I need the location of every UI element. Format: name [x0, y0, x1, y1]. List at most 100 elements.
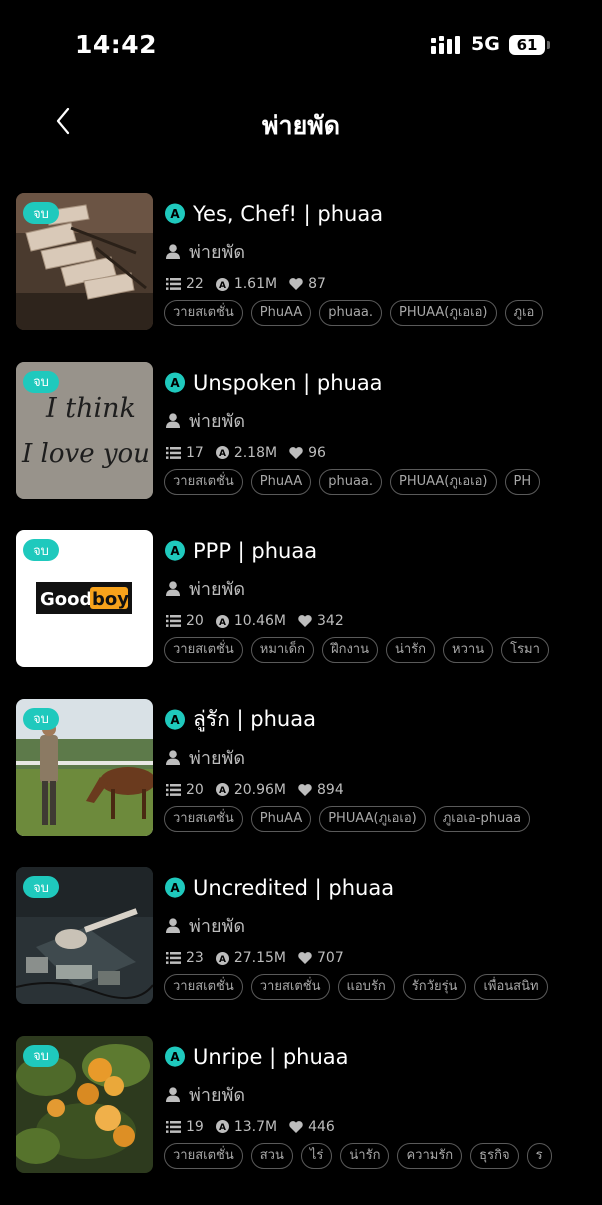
author-row[interactable]: พ่ายพัด	[166, 1080, 245, 1109]
story-cover[interactable]: จบ	[16, 1035, 153, 1173]
stats-row: 17 A 2.18M 96	[166, 445, 338, 461]
author-row[interactable]: พ่ายพัด	[166, 743, 245, 772]
svg-text:A: A	[219, 786, 226, 796]
end-badge: จบ	[23, 707, 59, 730]
story-info: A Uncredited | phuaa พ่ายพัด 23 A 27.15M…	[164, 867, 574, 1005]
views-count: 27.15M	[233, 950, 286, 967]
tag-chip[interactable]: น่ารัก	[340, 1142, 390, 1169]
story-cover[interactable]: จบ	[16, 867, 153, 1005]
stats-row: 19 A 13.7M 446	[166, 1119, 347, 1135]
story-item[interactable]: I think I love you จบ A Unspoken | phuaa…	[0, 361, 602, 500]
heart-icon	[298, 615, 312, 628]
tag-chip[interactable]: วายสเตชั่น	[164, 974, 243, 1001]
tag-chip[interactable]: ฝึกงาน	[321, 637, 378, 664]
svg-text:A: A	[170, 544, 180, 558]
tag-chip[interactable]: PH	[504, 468, 541, 495]
author-name: พ่ายพัด	[189, 916, 246, 938]
tag-chip[interactable]: หวาน	[443, 637, 494, 664]
cover-text: Good	[40, 589, 92, 610]
tag-chip[interactable]: วายสเตชั่น	[164, 468, 243, 495]
svg-text:A: A	[219, 618, 226, 628]
tag-chip[interactable]: ร	[526, 1142, 552, 1169]
user-icon	[166, 750, 180, 765]
chapters-stat: 23	[166, 950, 204, 966]
tag-chip[interactable]: ไร่	[300, 1142, 333, 1169]
tag-chip[interactable]: ความรัก	[397, 1142, 463, 1169]
views-icon: A	[215, 1120, 229, 1134]
author-name: พ่ายพัด	[189, 579, 246, 601]
likes-count: 707	[317, 950, 344, 967]
tag-chip[interactable]: รักวัยรุ่น	[402, 974, 467, 1001]
story-cover[interactable]: Good boy จบ	[16, 530, 153, 668]
tag-chip[interactable]: ธุรกิจ	[470, 1142, 519, 1169]
tag-chip[interactable]: วายสเตชั่น	[164, 637, 243, 664]
story-item[interactable]: จบ A Unripe | phuaa พ่ายพัด 19 A 13.7M 4…	[0, 1035, 602, 1174]
tag-chip[interactable]: แอบรัก	[337, 974, 395, 1001]
chapters-count: 23	[186, 950, 204, 967]
stats-row: 20 A 10.46M 342	[166, 613, 356, 629]
story-cover[interactable]: จบ	[16, 698, 153, 836]
a-logo-icon: A	[165, 540, 185, 562]
title-row: A Uncredited | phuaa	[164, 874, 394, 902]
likes-stat: 342	[298, 613, 344, 629]
heart-icon	[298, 783, 312, 796]
chapters-count: 19	[186, 1118, 204, 1135]
story-title: Uncredited | phuaa	[193, 876, 395, 901]
tag-chip[interactable]: วายสเตชั่น	[164, 300, 243, 326]
nav-bar: พ่ายพัด	[0, 90, 602, 154]
tag-chip[interactable]: PhuAA	[250, 468, 312, 495]
views-count: 13.7M	[233, 1118, 278, 1135]
story-item[interactable]: จบ A ลู่รัก | phuaa พ่ายพัด 20 A 20.96M …	[0, 698, 602, 837]
tag-chip[interactable]: phuaa.	[319, 468, 383, 495]
chapters-stat: 17	[166, 445, 204, 461]
tag-chip[interactable]: PHUAA(ภูเอเอ)	[390, 468, 497, 495]
stats-row: 23 A 27.15M 707	[166, 950, 356, 966]
title-row: A Yes, Chef! | phuaa	[164, 200, 383, 228]
views-stat: A 13.7M	[215, 1118, 278, 1135]
author-row[interactable]: พ่ายพัด	[166, 406, 245, 435]
likes-count: 96	[308, 444, 326, 461]
tag-chip[interactable]: ภูเอเอ-phuaa	[433, 805, 531, 832]
title-row: A ลู่รัก | phuaa	[164, 706, 316, 734]
tag-chip[interactable]: PHUAA(ภูเอเอ)	[319, 805, 426, 832]
tag-chip[interactable]: PhuAA	[250, 300, 312, 326]
views-stat: A 20.96M	[215, 782, 286, 798]
tag-chip[interactable]: PHUAA(ภูเอเอ)	[390, 300, 497, 326]
author-row[interactable]: พ่ายพัด	[166, 237, 245, 266]
tag-chip[interactable]: ภูเอ	[504, 300, 544, 326]
story-cover[interactable]: จบ	[16, 193, 153, 330]
author-row[interactable]: พ่ายพัด	[166, 911, 245, 940]
page-title: พ่ายพัด	[262, 111, 340, 140]
story-title: Unspoken | phuaa	[193, 370, 383, 395]
tag-chip[interactable]: หมาเด็ก	[250, 637, 314, 664]
network-type: 5G	[471, 33, 500, 55]
views-stat: A 1.61M	[215, 276, 277, 292]
tag-chip[interactable]: สวน	[250, 1142, 293, 1169]
author-name: พ่ายพัด	[189, 410, 246, 432]
list-icon	[166, 1120, 181, 1133]
tag-chip[interactable]: วายสเตชั่น	[250, 974, 330, 1001]
story-item[interactable]: จบ A Yes, Chef! | phuaa พ่ายพัด 22 A 1.6…	[0, 193, 602, 331]
author-row[interactable]: พ่ายพัด	[166, 574, 245, 603]
story-list: จบ A Yes, Chef! | phuaa พ่ายพัด 22 A 1.6…	[0, 193, 602, 1205]
story-info: A ลู่รัก | phuaa พ่ายพัด 20 A 20.96M 894…	[164, 699, 574, 837]
a-logo-icon: A	[165, 203, 185, 224]
tag-chip[interactable]: วายสเตชั่น	[164, 805, 243, 832]
tag-list: วายสเตชั่น PhuAA PHUAA(ภูเอเอ) ภูเอเอ-phuaa	[164, 805, 572, 834]
story-item[interactable]: จบ A Uncredited | phuaa พ่ายพัด 23 A 27.…	[0, 867, 602, 1005]
likes-stat: 707	[298, 950, 344, 966]
tag-chip[interactable]: phuaa.	[319, 300, 383, 326]
tag-chip[interactable]: เพื่อนสนิท	[474, 974, 548, 1001]
title-row: A PPP | phuaa	[164, 537, 317, 565]
tag-chip[interactable]: PhuAA	[250, 805, 312, 832]
a-logo-icon: A	[165, 877, 185, 899]
story-item[interactable]: Good boy จบ A PPP | phuaa พ่ายพัด 20 A 1…	[0, 530, 602, 668]
likes-stat: 96	[289, 445, 326, 461]
tag-chip[interactable]: วายสเตชั่น	[164, 1142, 243, 1169]
tag-chip[interactable]: น่ารัก	[385, 637, 436, 664]
author-name: พ่ายพัด	[189, 747, 246, 769]
cover-text: boy	[92, 589, 129, 610]
tag-chip[interactable]: โรมา	[501, 637, 549, 664]
story-cover[interactable]: I think I love you จบ	[16, 361, 153, 499]
svg-text:A: A	[170, 1050, 180, 1064]
